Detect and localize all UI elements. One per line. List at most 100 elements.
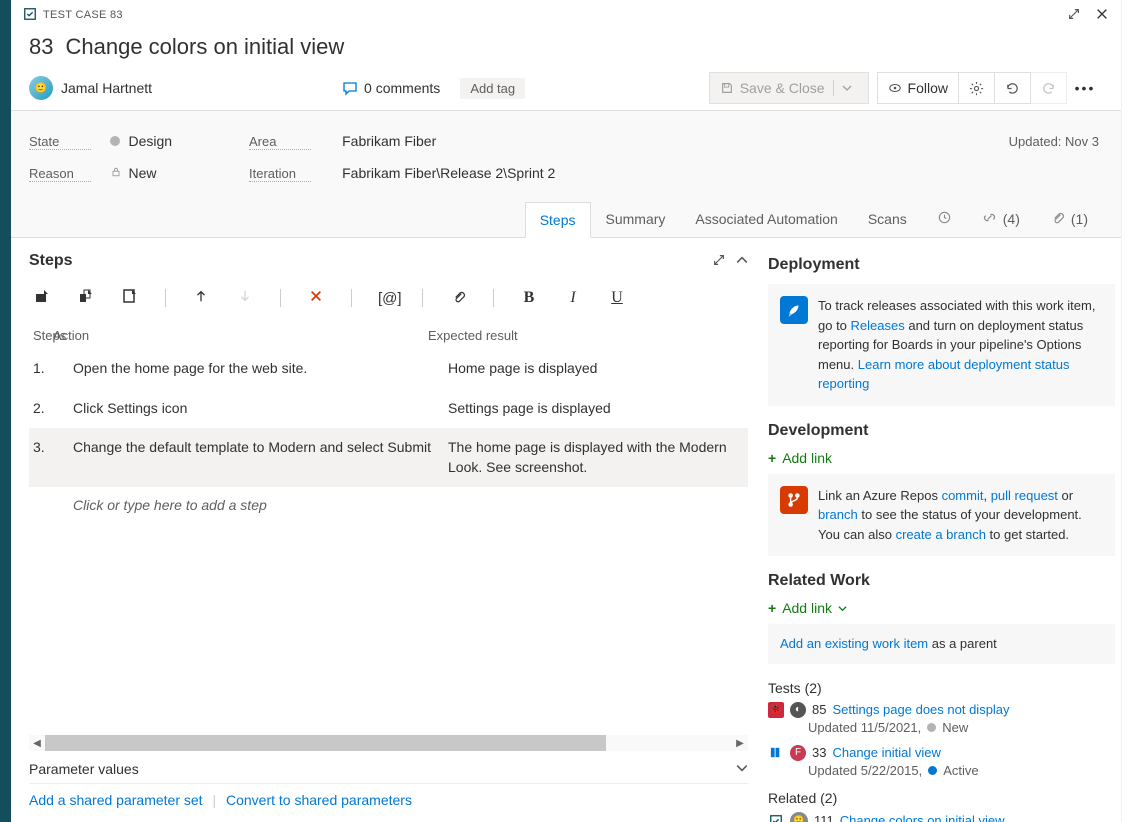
delete-icon[interactable]	[307, 289, 325, 307]
iteration-value[interactable]: Fabrikam Fiber\Release 2\Sprint 2	[342, 165, 555, 181]
save-close-button: Save & Close	[709, 72, 869, 104]
state-value[interactable]: Design	[128, 133, 172, 149]
mention-icon[interactable]: [@]	[378, 290, 396, 307]
reason-value[interactable]: New	[128, 165, 156, 181]
refresh-icon	[1005, 81, 1020, 96]
comment-icon	[342, 80, 358, 96]
col-action: Action	[53, 328, 428, 343]
undo-icon	[1041, 81, 1056, 96]
convert-shared-param-link[interactable]: Convert to shared parameters	[226, 792, 412, 808]
avatar-icon: F	[790, 745, 806, 761]
add-step-placeholder[interactable]: Click or type here to add a step	[69, 487, 748, 523]
move-down-icon[interactable]	[236, 289, 254, 307]
related-subheading: Related (2)	[768, 790, 1115, 806]
related-heading: Related Work	[768, 572, 1115, 590]
insert-step-icon[interactable]	[33, 288, 51, 308]
expand-icon[interactable]	[1067, 7, 1081, 24]
tab-attachments[interactable]: (1)	[1035, 201, 1103, 237]
undo-button[interactable]	[1031, 72, 1067, 104]
development-info: Link an Azure Repos commit, pull request…	[768, 474, 1115, 557]
bug-icon: 🐞	[768, 702, 784, 718]
testcase-icon	[768, 813, 784, 822]
chevron-down-icon[interactable]	[736, 761, 748, 777]
history-icon	[937, 210, 952, 228]
steps-heading: Steps	[29, 252, 73, 270]
chevron-down-icon	[838, 600, 847, 616]
lock-icon	[110, 165, 122, 181]
tab-summary[interactable]: Summary	[591, 201, 681, 237]
refresh-button[interactable]	[995, 72, 1031, 104]
development-heading: Development	[768, 422, 1115, 440]
params-heading: Parameter values	[29, 761, 139, 777]
state-label: State	[29, 134, 91, 150]
eye-icon	[888, 81, 902, 95]
add-tag-button[interactable]: Add tag	[460, 78, 525, 99]
tab-scans[interactable]: Scans	[853, 201, 922, 237]
workitem-header: 83 Change colors on initial view	[11, 30, 1121, 70]
save-icon	[720, 81, 734, 95]
col-expected: Expected result	[428, 328, 744, 343]
workitem-id: 83	[29, 34, 53, 60]
state-dot-icon	[927, 723, 936, 732]
chevron-down-icon	[833, 80, 858, 96]
state-dot-icon	[928, 766, 937, 775]
expand-icon[interactable]	[712, 253, 726, 270]
rocket-icon	[780, 296, 808, 324]
add-dev-link-button[interactable]: +Add link	[768, 450, 1115, 466]
reason-label: Reason	[29, 166, 91, 182]
plus-icon: +	[768, 450, 776, 466]
testcase-icon	[23, 7, 37, 24]
add-parent-link[interactable]: Add an existing work item	[780, 636, 928, 651]
settings-button[interactable]	[959, 72, 995, 104]
tab-automation[interactable]: Associated Automation	[680, 201, 852, 237]
commit-link[interactable]: commit	[942, 488, 984, 503]
avatar-icon: 🙂	[790, 812, 808, 822]
title-bar-label: TEST CASE 83	[43, 9, 123, 21]
create-branch-link[interactable]: create a branch	[896, 527, 986, 542]
plus-icon: +	[768, 600, 776, 616]
bold-button[interactable]: B	[520, 289, 538, 307]
workitem-title[interactable]: Change colors on initial view	[65, 34, 344, 60]
attach-icon[interactable]	[449, 289, 467, 308]
add-related-link-button[interactable]: +Add link	[768, 600, 1115, 616]
close-icon[interactable]	[1095, 7, 1109, 24]
window-accent-bar	[0, 0, 11, 822]
insert-shared-icon[interactable]	[77, 288, 95, 308]
releases-link[interactable]: Releases	[851, 318, 905, 333]
branch-link[interactable]: branch	[818, 507, 858, 522]
step-row[interactable]: 3. Change the default template to Modern…	[29, 428, 748, 487]
tab-steps[interactable]: Steps	[525, 202, 591, 238]
step-row[interactable]: 2. Click Settings icon Settings page is …	[29, 389, 748, 429]
deployment-info: To track releases associated with this w…	[768, 284, 1115, 406]
iteration-label: Iteration	[249, 166, 311, 182]
area-value[interactable]: Fabrikam Fiber	[342, 133, 436, 149]
avatar[interactable]: 🙂	[29, 76, 53, 100]
comments-button[interactable]: 0 comments	[342, 80, 440, 96]
related-link-item[interactable]: 🙂 111 Change colors on initial view Upda…	[768, 812, 1115, 822]
move-up-icon[interactable]	[192, 289, 210, 307]
more-button[interactable]: •••	[1067, 72, 1103, 104]
horizontal-scrollbar[interactable]: ◀ ▶	[29, 735, 748, 751]
steps-toolbar: [@] B I U	[29, 270, 748, 322]
assignee-name[interactable]: Jamal Hartnett	[61, 80, 152, 96]
step-row[interactable]: 1. Open the home page for the web site. …	[29, 349, 748, 389]
test-link-item[interactable]: F 33 Change initial view Updated 5/22/20…	[768, 745, 1115, 778]
title-bar: TEST CASE 83	[11, 0, 1121, 30]
test-link-item[interactable]: 🐞 ◐ 85 Settings page does not display Up…	[768, 702, 1115, 735]
vertical-scrollbar[interactable]	[1121, 0, 1133, 822]
link-icon	[982, 210, 997, 228]
gear-icon	[969, 81, 984, 96]
updated-label: Updated: Nov 3	[1009, 134, 1103, 149]
tab-history[interactable]	[922, 201, 967, 237]
insert-param-icon[interactable]	[121, 288, 139, 308]
pr-link[interactable]: pull request	[991, 488, 1058, 503]
follow-button[interactable]: Follow	[877, 72, 959, 104]
tabs: Steps Summary Associated Automation Scan…	[29, 189, 1103, 237]
underline-button[interactable]: U	[608, 289, 626, 307]
italic-button[interactable]: I	[564, 289, 582, 307]
chevron-up-icon[interactable]	[736, 253, 748, 270]
testcase-icon	[768, 745, 784, 761]
add-shared-param-link[interactable]: Add a shared parameter set	[29, 792, 203, 808]
add-parent-info: Add an existing work item as a parent	[768, 624, 1115, 664]
tab-links[interactable]: (4)	[967, 201, 1035, 237]
